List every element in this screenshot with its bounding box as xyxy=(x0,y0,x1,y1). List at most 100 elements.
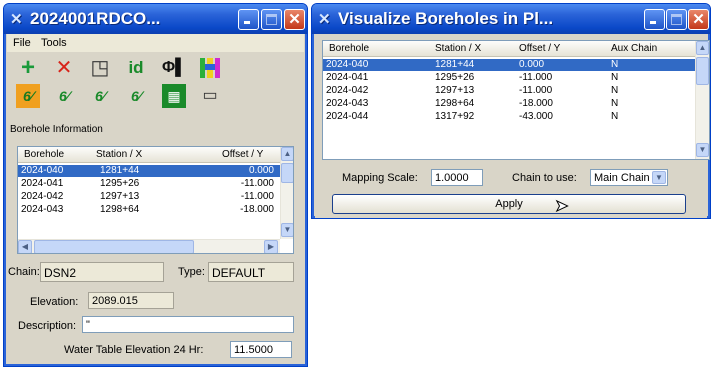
scroll-left-button[interactable]: ◀ xyxy=(18,240,32,253)
cell-borehole: 2024-040 xyxy=(326,59,369,70)
table-row[interactable]: 2024-041 1295+26 -11.000 N xyxy=(323,72,695,84)
chain-select[interactable]: Main Chain ▼ xyxy=(590,169,668,186)
menu-file[interactable]: File xyxy=(13,37,31,49)
close-icon: ✕ xyxy=(288,11,301,28)
chevron-down-icon[interactable]: ▼ xyxy=(652,171,666,184)
add-point-icon[interactable]: + xyxy=(16,56,40,80)
mouse-cursor-icon: ➤ xyxy=(554,198,569,216)
scroll-up-button[interactable]: ▲ xyxy=(281,147,293,161)
list-header: Borehole Station / X Offset / Y xyxy=(18,147,280,163)
borehole-edit-icon[interactable]: 6∕ xyxy=(88,84,112,108)
minimize-button[interactable] xyxy=(238,9,259,30)
cell-borehole: 2024-041 xyxy=(326,72,369,83)
borehole-info-window: ✕ 2024001RDCO... ✕ File Tools + ✕ ◳ id Φ… xyxy=(3,3,308,367)
table-row[interactable]: 2024-042 1297+13 -11.000 N xyxy=(323,85,695,97)
h-scroll-thumb[interactable] xyxy=(34,240,194,253)
scroll-down-button[interactable]: ▼ xyxy=(696,143,709,157)
color-bars-svg xyxy=(200,58,220,78)
cell-aux-chain: N xyxy=(611,98,619,109)
col-borehole[interactable]: Borehole xyxy=(329,43,369,54)
cell-borehole: 2024-042 xyxy=(21,191,64,202)
apply-button[interactable]: Apply xyxy=(332,194,686,214)
visualize-borehole-list[interactable]: Borehole Station / X Offset / Y Aux Chai… xyxy=(322,40,710,160)
diameter-icon[interactable]: Φ▌ xyxy=(162,56,186,80)
cell-station: 1281+44 xyxy=(100,165,140,176)
text-note-icon[interactable]: ▭ xyxy=(198,84,222,108)
close-button[interactable]: ✕ xyxy=(688,9,709,30)
borehole-tool-icon[interactable]: 6∕ xyxy=(52,84,76,108)
chain-field: DSN2 xyxy=(40,262,164,282)
id-icon[interactable]: id xyxy=(124,56,148,80)
scroll-down-button[interactable]: ▼ xyxy=(281,223,293,237)
cell-station: 1317+92 xyxy=(435,111,475,122)
chain-label: Chain: xyxy=(8,266,40,278)
cell-station: 1297+13 xyxy=(100,191,140,202)
section-label: Borehole Information xyxy=(10,124,103,135)
col-borehole[interactable]: Borehole xyxy=(24,149,64,160)
cell-offset: -11.000 xyxy=(240,191,274,202)
water-table-input[interactable]: 11.5000 xyxy=(230,341,292,358)
minimize-button[interactable] xyxy=(644,9,665,30)
borehole-list[interactable]: Borehole Station / X Offset / Y 2024-040… xyxy=(17,146,294,254)
cell-offset: 0.000 xyxy=(519,59,545,70)
cell-offset: -18.000 xyxy=(519,98,553,109)
cell-station: 1281+44 xyxy=(435,59,475,70)
table-row[interactable]: 2024-042 1297+13 -11.000 xyxy=(18,191,280,203)
table-row[interactable]: 2024-040 1281+44 0.000 xyxy=(18,165,280,177)
col-station[interactable]: Station / X xyxy=(96,149,142,160)
table-row[interactable]: 2024-043 1298+64 -18.000 N xyxy=(323,98,695,110)
cell-offset: -11.000 xyxy=(240,178,274,189)
maximize-icon xyxy=(266,14,277,25)
color-bars-icon[interactable] xyxy=(198,56,222,80)
table-row[interactable]: 2024-043 1298+64 -18.000 xyxy=(18,204,280,216)
elevation-field: 2089.015 xyxy=(88,292,174,309)
borehole-symbol-icon[interactable]: 6∕ xyxy=(16,84,40,108)
chain-to-use-label: Chain to use: xyxy=(512,172,577,184)
import-csv-icon[interactable]: ▦ xyxy=(162,84,186,108)
list-header: Borehole Station / X Offset / Y Aux Chai… xyxy=(323,41,695,57)
scroll-up-button[interactable]: ▲ xyxy=(696,41,709,55)
table-row[interactable]: 2024-044 1317+92 -43.000 N xyxy=(323,111,695,123)
scroll-thumb[interactable] xyxy=(696,57,709,85)
mapping-scale-input[interactable]: 1.0000 xyxy=(431,169,483,186)
minimize-icon xyxy=(244,21,250,24)
description-input[interactable]: " xyxy=(82,316,294,333)
close-button[interactable]: ✕ xyxy=(284,9,305,30)
water-table-label: Water Table Elevation 24 Hr: xyxy=(64,344,204,356)
type-field: DEFAULT xyxy=(208,262,294,282)
cell-borehole: 2024-042 xyxy=(326,85,369,96)
cell-borehole: 2024-043 xyxy=(326,98,369,109)
cell-borehole: 2024-044 xyxy=(326,111,369,122)
cell-aux-chain: N xyxy=(611,111,619,122)
cell-aux-chain: N xyxy=(611,59,619,70)
col-offset[interactable]: Offset / Y xyxy=(519,43,560,54)
maximize-icon xyxy=(671,14,682,25)
scroll-right-button[interactable]: ▶ xyxy=(264,240,278,253)
vertical-scrollbar[interactable]: ▲ ▼ xyxy=(695,41,709,159)
borehole-elevation-icon[interactable]: 6∕ xyxy=(124,84,148,108)
col-aux-chain[interactable]: Aux Chain xyxy=(611,43,657,54)
menu-tools[interactable]: Tools xyxy=(41,37,67,49)
menu-bar: File Tools xyxy=(7,34,304,52)
vertical-scrollbar[interactable]: ▲ ▼ xyxy=(280,147,293,239)
window-title: 2024001RDCO... xyxy=(30,9,161,28)
table-row[interactable]: 2024-041 1295+26 -11.000 xyxy=(18,178,280,190)
horizontal-scrollbar[interactable]: ◀ ▶ xyxy=(18,239,280,253)
maximize-button[interactable] xyxy=(666,9,687,30)
cell-offset: -11.000 xyxy=(519,72,553,83)
cell-borehole: 2024-040 xyxy=(21,165,64,176)
col-station[interactable]: Station / X xyxy=(435,43,481,54)
cell-offset: -11.000 xyxy=(519,85,553,96)
app-icon: ✕ xyxy=(318,11,331,28)
delete-icon[interactable]: ✕ xyxy=(52,56,76,80)
app-icon: ✕ xyxy=(10,11,23,28)
window-icon[interactable]: ◳ xyxy=(88,56,112,80)
scroll-thumb[interactable] xyxy=(281,163,293,183)
maximize-button[interactable] xyxy=(261,9,282,30)
col-offset[interactable]: Offset / Y xyxy=(222,149,263,160)
minimize-icon xyxy=(650,21,656,24)
cell-station: 1295+26 xyxy=(100,178,140,189)
table-row[interactable]: 2024-040 1281+44 0.000 N xyxy=(323,59,695,71)
visualize-boreholes-window: ✕ Visualize Boreholes in Pl... ✕ Borehol… xyxy=(311,3,711,219)
elevation-label: Elevation: xyxy=(30,296,79,308)
